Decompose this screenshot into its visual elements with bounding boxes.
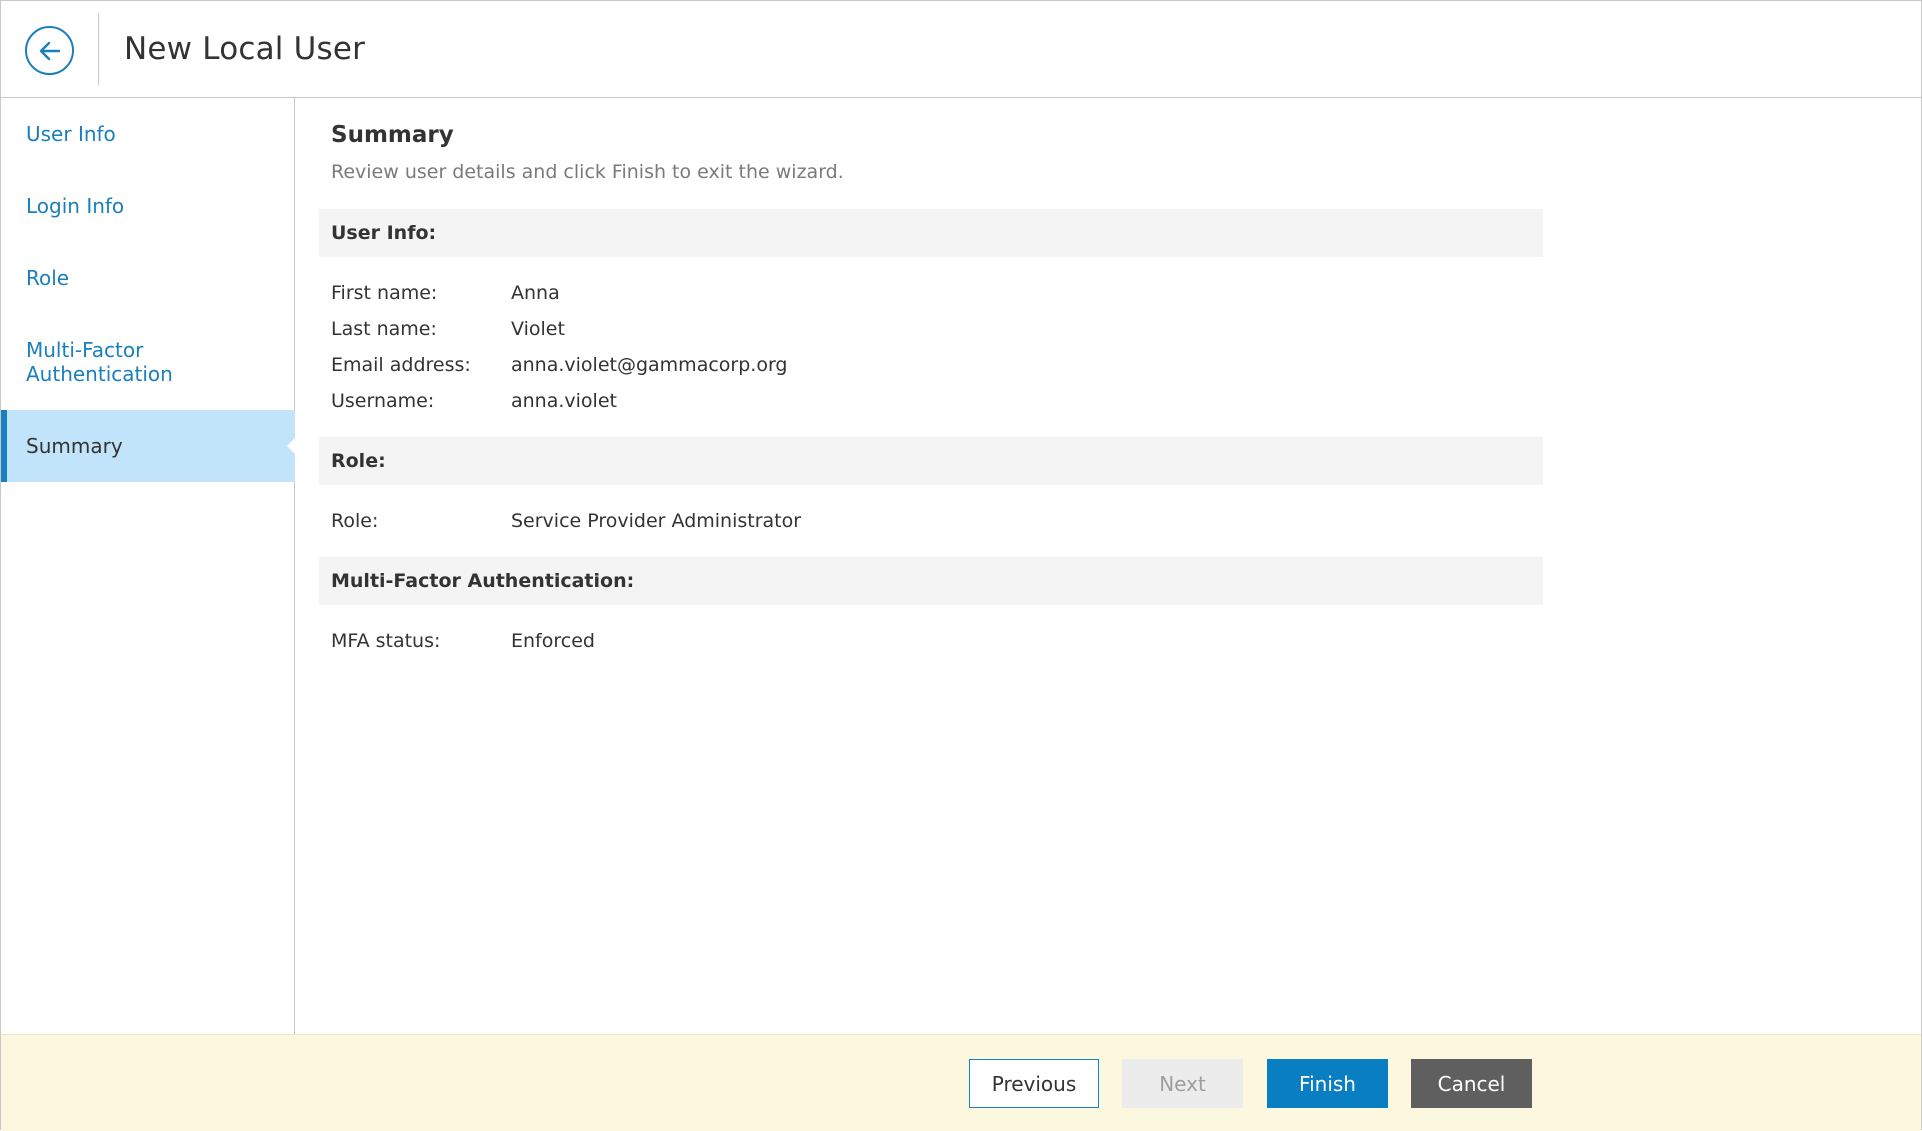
finish-button[interactable]: Finish bbox=[1267, 1059, 1388, 1108]
page-title: New Local User bbox=[124, 31, 366, 67]
wizard-header: New Local User bbox=[1, 1, 1921, 98]
row-value: Service Provider Administrator bbox=[511, 510, 802, 532]
row-value: Enforced bbox=[511, 630, 595, 652]
sidebar-item-mfa[interactable]: Multi-Factor Authentication bbox=[1, 338, 201, 386]
user-info-heading: User Info: bbox=[319, 209, 1543, 257]
summary-panel: Summary Review user details and click Fi… bbox=[295, 98, 1921, 1034]
role-heading: Role: bbox=[319, 437, 1543, 485]
wizard-window: New Local User User Info Login Info Role… bbox=[0, 0, 1922, 1131]
back-button[interactable] bbox=[25, 26, 74, 75]
row-label: MFA status: bbox=[331, 630, 441, 652]
section-description: Review user details and click Finish to … bbox=[331, 161, 844, 183]
wizard-steps-sidebar: User Info Login Info Role Multi-Factor A… bbox=[1, 98, 296, 1034]
row-label: First name: bbox=[331, 282, 438, 304]
mfa-heading: Multi-Factor Authentication: bbox=[319, 557, 1543, 605]
row-value: Anna bbox=[511, 282, 560, 304]
sidebar-item-role[interactable]: Role bbox=[1, 266, 295, 290]
section-title: Summary bbox=[331, 122, 454, 148]
sidebar-item-login-info[interactable]: Login Info bbox=[1, 194, 295, 218]
cancel-button[interactable]: Cancel bbox=[1411, 1059, 1532, 1108]
row-value: Violet bbox=[511, 318, 565, 340]
sidebar-item-user-info[interactable]: User Info bbox=[1, 122, 295, 146]
wizard-footer: Previous Next Finish Cancel bbox=[1, 1034, 1921, 1131]
row-value: anna.violet bbox=[511, 390, 617, 412]
next-button[interactable]: Next bbox=[1122, 1059, 1243, 1108]
header-divider bbox=[98, 13, 99, 85]
row-label: Username: bbox=[331, 390, 435, 412]
row-label: Last name: bbox=[331, 318, 437, 340]
sidebar-item-summary[interactable]: Summary bbox=[1, 410, 296, 482]
row-label: Email address: bbox=[331, 354, 471, 376]
row-label: Role: bbox=[331, 510, 379, 532]
row-value: anna.violet@gammacorp.org bbox=[511, 354, 788, 376]
arrow-left-icon bbox=[39, 41, 60, 60]
previous-button[interactable]: Previous bbox=[969, 1059, 1099, 1108]
sidebar-item-label: Summary bbox=[26, 434, 123, 458]
